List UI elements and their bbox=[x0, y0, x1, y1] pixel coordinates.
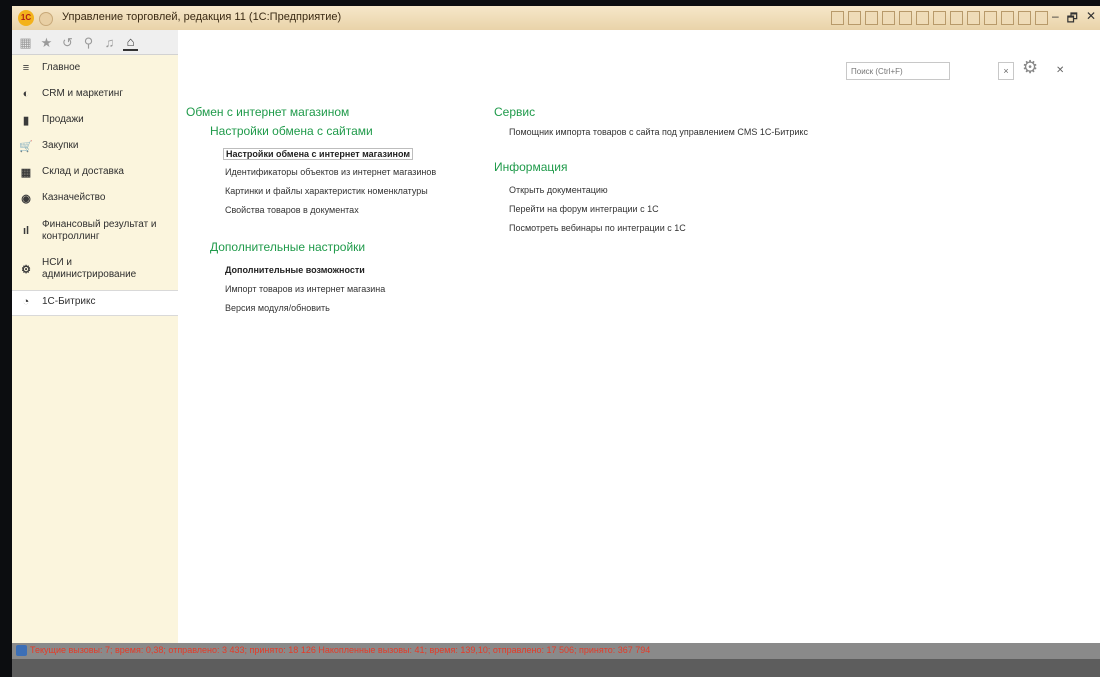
status-bar: Текущие вызовы: 7; время: 0,38; отправле… bbox=[12, 643, 1100, 659]
app-window: 1С Управление торговлей, редакция 11 (1С… bbox=[12, 6, 1100, 677]
link-additional-features[interactable]: Дополнительные возможности bbox=[225, 265, 365, 275]
memory-minus-icon[interactable] bbox=[984, 11, 997, 25]
sidebar-item-admin[interactable]: ⚙ НСИ и администрирование bbox=[12, 253, 178, 285]
link-webinars[interactable]: Посмотреть вебинары по интеграции с 1С bbox=[509, 223, 686, 233]
zoom-icon[interactable] bbox=[1001, 11, 1014, 25]
link-forum[interactable]: Перейти на форум интеграции с 1С bbox=[509, 204, 659, 214]
history-icon[interactable]: ↺ bbox=[60, 35, 75, 50]
sidebar-item-label: Казначейство bbox=[42, 192, 106, 203]
list-icon: ≡ bbox=[22, 62, 30, 74]
sidebar-item-label: Продажи bbox=[42, 114, 84, 125]
sidebar-item-label: Финансовый результат и контроллинг bbox=[42, 219, 157, 242]
sidebar-item-label: CRM и маркетинг bbox=[42, 88, 123, 99]
chart-icon: ıl bbox=[22, 225, 30, 237]
group-title-additional: Дополнительные настройки bbox=[210, 240, 366, 254]
memory-plus-icon[interactable] bbox=[967, 11, 980, 25]
link-product-properties[interactable]: Свойства товаров в документах bbox=[225, 205, 359, 215]
sidebar-item-warehouse[interactable]: ▦ Склад и доставка bbox=[12, 163, 178, 181]
bag-icon: ▮ bbox=[22, 115, 30, 127]
settings-gear-icon[interactable]: ⚙ bbox=[1022, 57, 1038, 78]
cart-icon: 🛒 bbox=[19, 141, 33, 153]
restore-button[interactable]: 🗗 bbox=[1067, 9, 1078, 30]
sidebar-item-label: НСИ и администрирование bbox=[42, 257, 137, 280]
sidebar-item-finance[interactable]: ıl Финансовый результат и контроллинг bbox=[12, 215, 178, 247]
link-icon[interactable] bbox=[882, 11, 895, 25]
copy-icon[interactable] bbox=[899, 11, 912, 25]
bottom-strip bbox=[12, 659, 1100, 677]
minimize-button[interactable]: – bbox=[1052, 9, 1059, 30]
link-exchange-settings[interactable]: Настройки обмена с интернет магазином bbox=[223, 148, 414, 160]
memory-m-icon[interactable] bbox=[950, 11, 963, 25]
link-object-identifiers[interactable]: Идентификаторы объектов из интернет мага… bbox=[225, 167, 436, 177]
link-images-files[interactable]: Картинки и файлы характеристик номенклат… bbox=[225, 186, 428, 196]
link-open-docs[interactable]: Открыть документацию bbox=[509, 185, 608, 195]
search-input[interactable] bbox=[846, 62, 950, 80]
1c-logo-icon[interactable]: 1С bbox=[18, 10, 34, 26]
sidebar-item-main[interactable]: ≡ Главное bbox=[12, 59, 178, 77]
group-title-site-exchange: Настройки обмена с сайтами bbox=[210, 124, 373, 138]
title-bar: 1С Управление торговлей, редакция 11 (1С… bbox=[12, 6, 1100, 31]
close-window-button[interactable]: ✕ bbox=[1086, 9, 1096, 30]
preview-icon[interactable] bbox=[865, 11, 878, 25]
star-icon[interactable]: ★ bbox=[39, 35, 54, 50]
section-title-service: Сервис bbox=[494, 105, 536, 119]
window-icon[interactable] bbox=[1018, 11, 1031, 25]
sidebar-item-label: 1С-Битрикс bbox=[42, 296, 96, 307]
save-icon[interactable] bbox=[831, 11, 844, 25]
sidebar-item-purchases[interactable]: 🛒 Закупки bbox=[12, 137, 178, 155]
nav-toolbar: ▦ ★ ↺ ⚲ ♫ ⌂ bbox=[12, 30, 178, 55]
back-icon[interactable] bbox=[39, 12, 53, 26]
section-title-info: Информация bbox=[494, 160, 568, 174]
close-icon[interactable]: ✕ bbox=[1056, 65, 1064, 76]
window-title: Управление торговлей, редакция 11 (1С:Пр… bbox=[62, 11, 342, 23]
section-title-exchange: Обмен с интернет магазином bbox=[186, 105, 350, 119]
sidebar: ≡ Главное ◐ CRM и маркетинг ▮ Продажи 🛒 … bbox=[12, 55, 179, 643]
sidebar-item-label: Главное bbox=[42, 62, 81, 73]
sidebar-item-label: Склад и доставка bbox=[42, 166, 124, 177]
link-module-version[interactable]: Версия модуля/обновить bbox=[225, 303, 330, 313]
grid-icon[interactable]: ▦ bbox=[18, 35, 33, 50]
bell-icon[interactable]: ♫ bbox=[102, 35, 117, 50]
title-toolbar bbox=[831, 11, 1048, 25]
gear-icon: ⚙ bbox=[21, 264, 31, 276]
sidebar-item-treasury[interactable]: ◉ Казначейство bbox=[12, 189, 178, 207]
search-icon[interactable]: ⚲ bbox=[81, 35, 96, 50]
sidebar-item-sales[interactable]: ▮ Продажи bbox=[12, 111, 178, 129]
window-controls: – 🗗 ✕ bbox=[1052, 9, 1096, 30]
link-import-wizard[interactable]: Помощник импорта товаров с сайта под упр… bbox=[509, 127, 808, 137]
status-text: Текущие вызовы: 7; время: 0,38; отправле… bbox=[30, 645, 651, 655]
coin-icon: ◉ bbox=[21, 193, 31, 205]
home-icon[interactable]: ⌂ bbox=[123, 34, 138, 51]
link-import-products[interactable]: Импорт товаров из интернет магазина bbox=[225, 284, 385, 294]
main-content: × ⚙ ✕ Обмен с интернет магазином Настрой… bbox=[178, 30, 1100, 643]
sidebar-item-bitrix[interactable]: ◔ 1С-Битрикс bbox=[12, 290, 178, 316]
calendar-icon[interactable] bbox=[916, 11, 929, 25]
print-icon[interactable] bbox=[848, 11, 861, 25]
bitrix-icon: ◔ bbox=[22, 296, 30, 308]
crm-icon: ◐ bbox=[22, 88, 30, 100]
status-icon[interactable] bbox=[16, 645, 27, 656]
sidebar-item-crm[interactable]: ◐ CRM и маркетинг bbox=[12, 85, 178, 103]
info-icon[interactable] bbox=[1035, 11, 1048, 25]
clear-search-button[interactable]: × bbox=[998, 62, 1014, 80]
sidebar-item-label: Закупки bbox=[42, 140, 79, 151]
table-icon[interactable] bbox=[933, 11, 946, 25]
warehouse-icon: ▦ bbox=[20, 167, 32, 179]
